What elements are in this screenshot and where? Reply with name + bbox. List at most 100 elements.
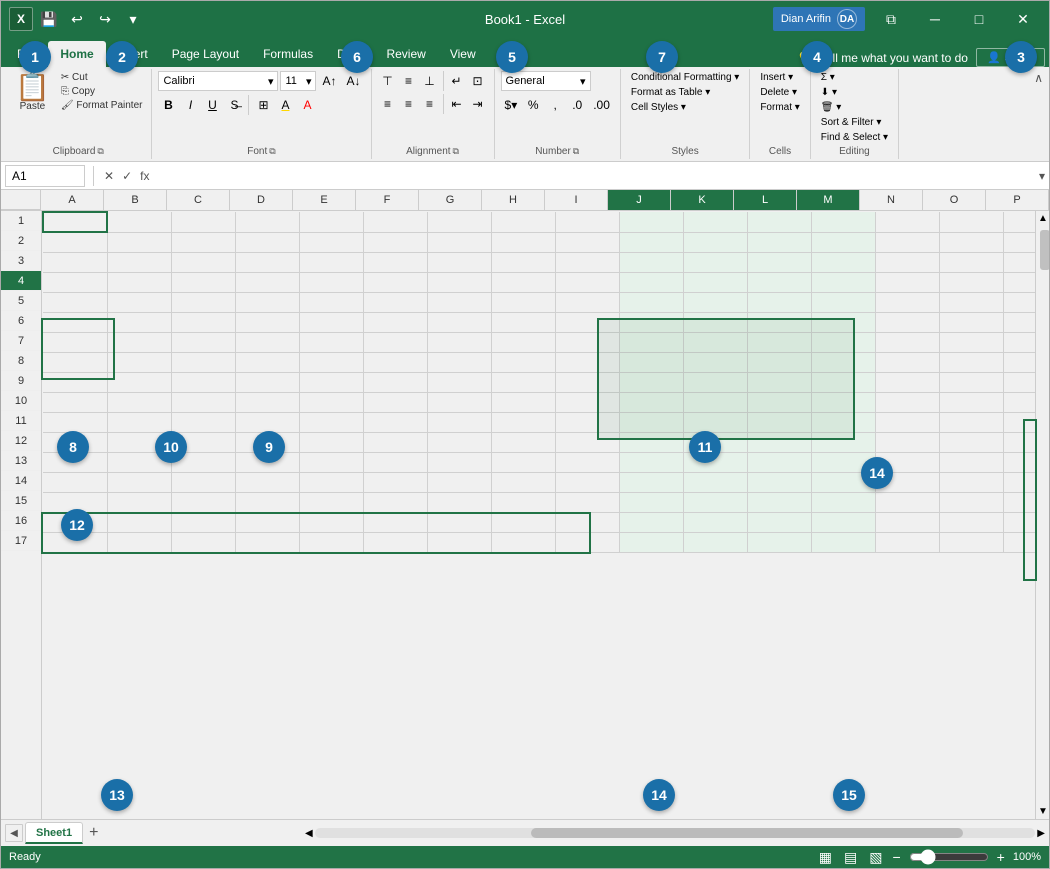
cell-F3[interactable]	[363, 252, 427, 272]
col-header-p[interactable]: P	[986, 190, 1049, 210]
cell-M7[interactable]	[811, 332, 875, 352]
cell-N4[interactable]	[875, 272, 939, 292]
cell-I7[interactable]	[555, 332, 619, 352]
cell-C15[interactable]	[171, 492, 235, 512]
clipboard-expand[interactable]: ⧉	[97, 146, 103, 157]
cell-K17[interactable]	[683, 532, 747, 552]
cell-E17[interactable]	[299, 532, 363, 552]
cell-M5[interactable]	[811, 292, 875, 312]
cell-L14[interactable]	[747, 472, 811, 492]
cell-K13[interactable]	[683, 452, 747, 472]
cell-M1[interactable]	[811, 212, 875, 232]
tell-me-input[interactable]: Tell me what you want to do	[820, 51, 968, 65]
col-header-m[interactable]: M	[797, 190, 860, 210]
row-14[interactable]: 14	[1, 471, 41, 491]
cell-E16[interactable]	[299, 512, 363, 532]
cell-E10[interactable]	[299, 392, 363, 412]
currency-button[interactable]: $▾	[501, 95, 522, 115]
copy-button[interactable]: ⎘ Copy	[58, 85, 146, 98]
sort-filter-button[interactable]: Sort & Filter ▾	[817, 116, 886, 129]
cell-F15[interactable]	[363, 492, 427, 512]
col-header-n[interactable]: N	[860, 190, 923, 210]
cell-H16[interactable]	[491, 512, 555, 532]
cell-E7[interactable]	[299, 332, 363, 352]
hscroll-right-button[interactable]: ▶	[1037, 828, 1045, 839]
cell-K9[interactable]	[683, 372, 747, 392]
cell-I9[interactable]	[555, 372, 619, 392]
cell-J16[interactable]	[619, 512, 683, 532]
decrease-indent-button[interactable]: ⇤	[447, 94, 467, 114]
cell-O3[interactable]	[939, 252, 1003, 272]
cell-F14[interactable]	[363, 472, 427, 492]
restore-button[interactable]: □	[961, 1, 997, 37]
cell-P12[interactable]	[1003, 432, 1035, 452]
format-painter-button[interactable]: 🖌 Format Painter	[58, 99, 146, 112]
cell-J10[interactable]	[619, 392, 683, 412]
cell-G13[interactable]	[427, 452, 491, 472]
cell-K2[interactable]	[683, 232, 747, 252]
cell-J14[interactable]	[619, 472, 683, 492]
font-expand[interactable]: ⧉	[269, 146, 275, 157]
fill-color-button[interactable]: A	[275, 95, 295, 115]
cell-G12[interactable]	[427, 432, 491, 452]
cell-H12[interactable]	[491, 432, 555, 452]
cell-M15[interactable]	[811, 492, 875, 512]
cell-L8[interactable]	[747, 352, 811, 372]
cell-G15[interactable]	[427, 492, 491, 512]
col-header-j[interactable]: J	[608, 190, 671, 210]
cell-N6[interactable]	[875, 312, 939, 332]
row-6[interactable]: 6	[1, 311, 41, 331]
cell-D15[interactable]	[235, 492, 299, 512]
cell-J12[interactable]	[619, 432, 683, 452]
cell-I15[interactable]	[555, 492, 619, 512]
cell-E5[interactable]	[299, 292, 363, 312]
cell-N11[interactable]	[875, 412, 939, 432]
vscroll-up-button[interactable]: ▲	[1036, 211, 1049, 226]
cell-M13[interactable]	[811, 452, 875, 472]
cell-C2[interactable]	[171, 232, 235, 252]
cell-A7[interactable]	[43, 332, 107, 352]
cell-E13[interactable]	[299, 452, 363, 472]
undo-button[interactable]: ↩	[65, 7, 89, 31]
cell-F4[interactable]	[363, 272, 427, 292]
cell-P10[interactable]	[1003, 392, 1035, 412]
cell-J15[interactable]	[619, 492, 683, 512]
row-8[interactable]: 8	[1, 351, 41, 371]
cell-N5[interactable]	[875, 292, 939, 312]
cell-P13[interactable]	[1003, 452, 1035, 472]
cell-C8[interactable]	[171, 352, 235, 372]
cell-B14[interactable]	[107, 472, 171, 492]
cell-F10[interactable]	[363, 392, 427, 412]
row-9[interactable]: 9	[1, 371, 41, 391]
cell-A13[interactable]	[43, 452, 107, 472]
cell-E15[interactable]	[299, 492, 363, 512]
cell-F12[interactable]	[363, 432, 427, 452]
cell-E11[interactable]	[299, 412, 363, 432]
strikethrough-button[interactable]: S̶	[224, 95, 244, 115]
cell-I6[interactable]	[555, 312, 619, 332]
cell-A3[interactable]	[43, 252, 107, 272]
cell-B15[interactable]	[107, 492, 171, 512]
row-4[interactable]: 4	[1, 271, 41, 291]
cell-L1[interactable]	[747, 212, 811, 232]
tab-insert[interactable]: Insert	[106, 41, 160, 67]
underline-button[interactable]: U	[202, 95, 222, 115]
cell-A1[interactable]	[43, 212, 107, 232]
cell-D8[interactable]	[235, 352, 299, 372]
cell-J5[interactable]	[619, 292, 683, 312]
cell-H11[interactable]	[491, 412, 555, 432]
cell-N13[interactable]	[875, 452, 939, 472]
cell-D3[interactable]	[235, 252, 299, 272]
align-left-button[interactable]: ≡	[378, 94, 398, 114]
cell-O1[interactable]	[939, 212, 1003, 232]
cell-L15[interactable]	[747, 492, 811, 512]
cell-M3[interactable]	[811, 252, 875, 272]
hscroll-track[interactable]	[315, 828, 1036, 838]
cell-L10[interactable]	[747, 392, 811, 412]
save-button[interactable]: 💾	[37, 7, 61, 31]
cell-H4[interactable]	[491, 272, 555, 292]
cell-H7[interactable]	[491, 332, 555, 352]
cell-I8[interactable]	[555, 352, 619, 372]
cell-D16[interactable]	[235, 512, 299, 532]
row-5[interactable]: 5	[1, 291, 41, 311]
